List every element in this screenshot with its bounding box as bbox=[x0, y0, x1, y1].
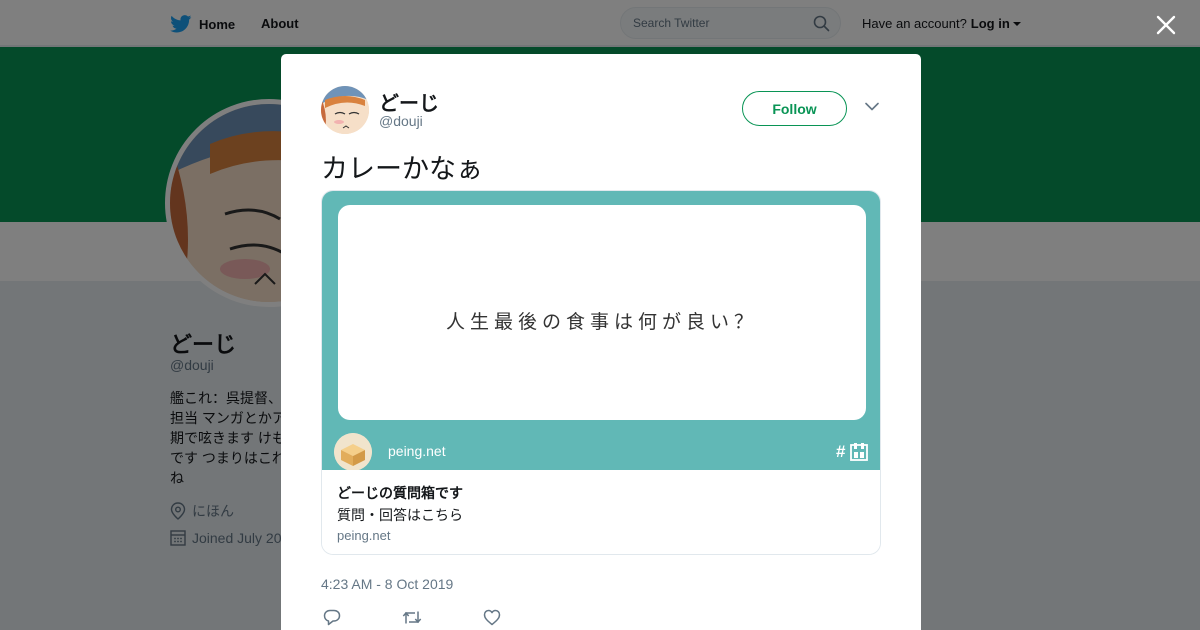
tweet-text: カレーかなぁ bbox=[321, 154, 483, 184]
chevron-down-icon[interactable] bbox=[865, 102, 879, 111]
like-icon[interactable] bbox=[483, 609, 501, 626]
card-image: 人生最後の食事は何が良い？ peing.net # bbox=[322, 191, 880, 471]
avatar-illustration bbox=[321, 86, 369, 134]
card-hash-label: # bbox=[836, 442, 846, 461]
card-info: どーじの質問箱です 質問・回答はこちら peing.net bbox=[322, 470, 880, 554]
retweet-icon[interactable] bbox=[402, 609, 422, 626]
question-text: 人生最後の食事は何が良い？ bbox=[445, 311, 758, 333]
tweet-avatar[interactable] bbox=[321, 86, 369, 134]
peing-logo-icon bbox=[334, 433, 372, 471]
tweet-author-name[interactable]: どーじ bbox=[379, 87, 439, 116]
card-domain: peing.net bbox=[337, 528, 391, 543]
peing-mark-icon bbox=[850, 443, 868, 461]
link-card[interactable]: 人生最後の食事は何が良い？ peing.net # どーじの質問箱です 質問・回… bbox=[321, 190, 881, 555]
follow-button[interactable]: Follow bbox=[742, 91, 847, 126]
card-description: 質問・回答はこちら bbox=[337, 507, 463, 523]
close-icon[interactable] bbox=[1154, 13, 1178, 37]
tweet-timestamp[interactable]: 4:23 AM - 8 Oct 2019 bbox=[321, 576, 453, 592]
tweet-author-handle[interactable]: @douji bbox=[379, 113, 423, 129]
reply-icon[interactable] bbox=[323, 609, 341, 626]
tweet-modal: どーじ @douji Follow カレーかなぁ 人生最後の食事は何が良い？ p… bbox=[281, 54, 921, 630]
card-title: どーじの質問箱です bbox=[337, 485, 463, 501]
card-site-label: peing.net bbox=[388, 443, 446, 459]
